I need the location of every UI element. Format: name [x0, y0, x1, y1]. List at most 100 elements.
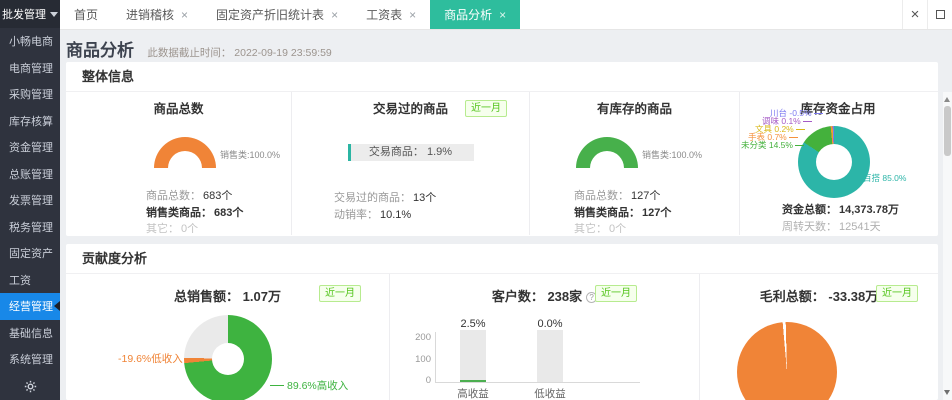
stock-products-gauge-chart [576, 137, 638, 168]
sidebar-item-system-mgmt[interactable]: 系统管理 [0, 346, 60, 373]
stat-row: 其它： 0个 [574, 223, 627, 235]
close-tabs-button[interactable]: × [902, 0, 927, 29]
stats: 商品总数： 127个 销售类商品： 127个 其它： 0个 [574, 188, 739, 235]
period-badge: 近一月 [595, 285, 637, 302]
tab-purchase-sale-audit[interactable]: 进销稽核 × [112, 0, 202, 29]
overview-panels: 商品总数 销售类:100.0% 商品总数： 683个 销售类商品： 683个 其它：… [66, 92, 938, 235]
bar-high-yield [460, 330, 486, 382]
overview-card: 整体信息 商品总数 销售类:100.0% 商品总数： 683个 销售类商品： 683… [66, 62, 938, 236]
sidebar-item-invoice-mgmt[interactable]: 发票管理 [0, 187, 60, 214]
stat-row: 销售类商品： 127个 [574, 206, 672, 219]
panel-title: 商品总数 [153, 102, 204, 116]
scroll-down-icon[interactable] [944, 390, 950, 395]
tab-close-icon[interactable]: × [499, 9, 506, 21]
bar-low-yield [537, 330, 563, 382]
stat-row: 交易过的商品： 13个 [334, 192, 437, 204]
gauge-label: 销售类:100.0% [220, 150, 281, 160]
sidebar-item-purchasing[interactable]: 采购管理 [0, 81, 60, 108]
contribution-section-title: 贡献度分析 [66, 244, 938, 274]
gauge-wrap: 销售类:100.0% [576, 137, 702, 168]
tab-close-icon[interactable]: × [331, 9, 338, 21]
stats: 资金总额： 14,373.78万 周转天数： 12541天 [782, 202, 899, 235]
sidebar-item-funds-mgmt[interactable]: 资金管理 [0, 134, 60, 161]
sidebar-item-basic-info[interactable]: 基础信息 [0, 320, 60, 347]
legend-item: 未分类 14.5% [741, 141, 804, 150]
sidebar-header[interactable]: 批发管理 [0, 0, 60, 28]
contribution-charts: 总销售额： 1.07万 近一月 -19.6%低收入 89.6%高收入 客户数： … [66, 274, 938, 400]
gear-icon [24, 380, 36, 393]
total-products-gauge-chart [154, 137, 216, 168]
sidebar-item-payroll[interactable]: 工资 [0, 267, 60, 294]
stats: 商品总数： 683个 销售类商品： 683个 其它： 0个 [146, 188, 291, 235]
panel-inventory-fund: 库存资金占用 川台 -0.5% 调味 0.1% 文具 0.2% 手表 0.7% … [740, 92, 936, 235]
contribution-card: 贡献度分析 总销售额： 1.07万 近一月 -19.6%低收入 89.6%高收入… [66, 244, 938, 400]
tab-product-analysis[interactable]: 商品分析 × [430, 0, 521, 29]
sidebar-item-inventory-accounting[interactable]: 库存核算 [0, 108, 60, 135]
high-income-label: 89.6%高收入 [270, 378, 348, 393]
tab-close-icon[interactable]: × [409, 9, 416, 21]
tab-close-icon[interactable]: × [181, 9, 188, 21]
scroll-up-icon[interactable] [944, 97, 950, 102]
sidebar-item-fixed-assets[interactable]: 固定资产 [0, 240, 60, 267]
chart-title: 客户数： 238家? [390, 286, 699, 305]
tab-payroll-sheet[interactable]: 工资表 × [352, 0, 430, 29]
settings-button[interactable] [0, 373, 60, 400]
panel-total-products: 商品总数 销售类:100.0% 商品总数： 683个 销售类商品： 683个 其它：… [66, 92, 292, 235]
sidebar-item-tax-mgmt[interactable]: 税务管理 [0, 214, 60, 241]
chart-customers: 客户数： 238家? 近一月 200 100 0 2.5% 0.0% 高收益 低… [390, 274, 700, 400]
overview-section-title: 整体信息 [66, 62, 938, 92]
period-badge: 近一月 [465, 100, 507, 117]
page-head: 商品分析 此数据截止时间： 2022-09-19 23:59:59 [66, 36, 332, 61]
tab-label: 进销稽核 [126, 8, 175, 22]
page-title: 商品分析 [66, 41, 134, 60]
stat-row: 商品总数： 127个 [574, 190, 661, 202]
sidebar-header-label: 批发管理 [2, 9, 46, 21]
stat-row: 动销率： 10.1% [334, 208, 412, 221]
chevron-down-icon [50, 11, 58, 17]
panel-traded-products: 交易过的商品 近一月 交易商品： 1.9% 交易过的商品： 13个 动销率： 10.… [292, 92, 530, 235]
panel-stock-products: 有库存的商品 销售类:100.0% 商品总数： 127个 销售类商品： 127个 其… [530, 92, 740, 235]
tab-label: 商品分析 [444, 8, 493, 22]
tab-label: 固定资产折旧统计表 [216, 8, 325, 22]
bar-category-label: 低收益 [534, 388, 566, 400]
active-item-arrow-icon [54, 301, 60, 312]
stat-row: 其它： 0个 [146, 223, 199, 235]
chart-total-sales: 总销售额： 1.07万 近一月 -19.6%低收入 89.6%高收入 [66, 274, 390, 400]
stat-row: 周转天数： 12541天 [782, 220, 881, 233]
chart-title-text: 客户数： 238家 [491, 289, 583, 304]
gauge-wrap: 销售类:100.0% [154, 137, 280, 168]
vertical-scrollbar[interactable] [943, 92, 952, 400]
bar-value-label: 0.0% [537, 318, 563, 330]
sidebar-item-label: 经营管理 [9, 301, 53, 314]
scrollbar-thumb[interactable] [944, 106, 951, 156]
period-badge: 近一月 [319, 285, 361, 302]
sidebar-item-general-ledger[interactable]: 总账管理 [0, 161, 60, 188]
gross-profit-pie-chart [737, 322, 837, 400]
tab-fixed-asset-depreciation[interactable]: 固定资产折旧统计表 × [202, 0, 352, 29]
legend-item: 百搭 85.0% [852, 174, 906, 183]
stat-row: 商品总数： 683个 [146, 190, 233, 202]
stat-row: 销售类商品： 683个 [146, 206, 244, 219]
gauge-label: 销售类:100.0% [642, 150, 703, 160]
fullscreen-button[interactable] [927, 0, 952, 29]
stats: 交易过的商品： 13个 动销率： 10.1% [334, 190, 529, 223]
traded-progress-bar: 交易商品： 1.9% [347, 144, 474, 161]
x-axis [435, 382, 640, 383]
sidebar-item-ecommerce-lite[interactable]: 小畅电商 [0, 28, 60, 55]
bar-value-label: 2.5% [460, 318, 486, 330]
sidebar-item-ecommerce-mgmt[interactable]: 电商管理 [0, 55, 60, 82]
panel-title: 有库存的商品 [596, 102, 672, 116]
inventory-fund-donut-chart [798, 126, 870, 198]
tab-home[interactable]: 首页 [60, 0, 112, 29]
tab-label: 首页 [74, 8, 99, 22]
bar-background [460, 330, 486, 382]
window-actions: × [902, 0, 952, 29]
fullscreen-icon [935, 10, 945, 19]
bar-background [537, 330, 563, 382]
sidebar-item-business-mgmt[interactable]: 经营管理 [0, 293, 60, 320]
tab-label: 工资表 [366, 8, 403, 22]
sidebar-menu: 小畅电商 电商管理 采购管理 库存核算 资金管理 总账管理 发票管理 税务管理 … [0, 28, 60, 373]
data-cutoff-time: 此数据截止时间： 2022-09-19 23:59:59 [147, 47, 332, 59]
period-badge: 近一月 [876, 285, 918, 302]
tab-bar: 首页 进销稽核 × 固定资产折旧统计表 × 工资表 × 商品分析 × × [60, 0, 952, 30]
